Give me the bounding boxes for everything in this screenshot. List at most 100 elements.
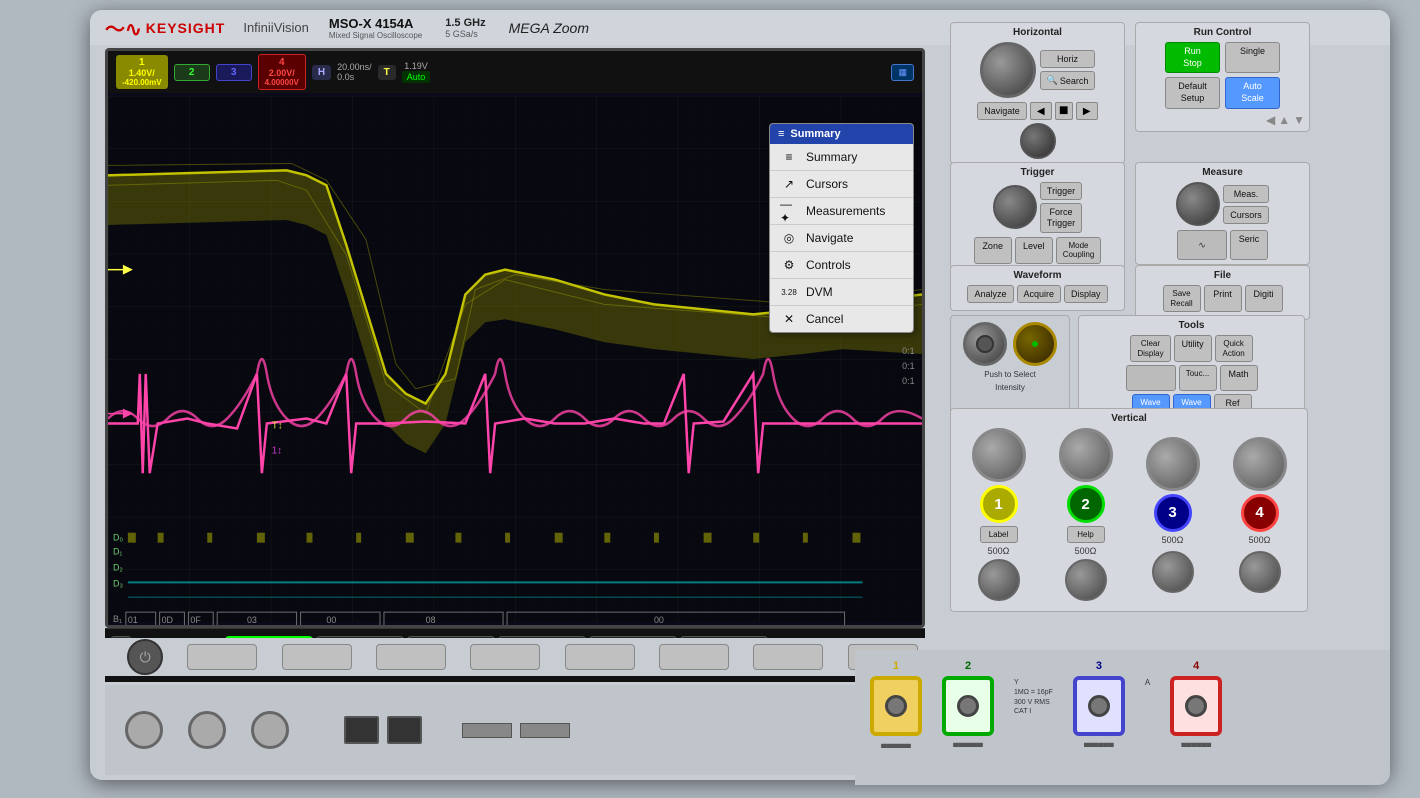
ch-connectors-area: 1 ▄▄▄▄▄▄ 2 ▄▄▄▄▄▄ Y1MΩ = 16pF300 V RMSCA… — [855, 650, 1390, 785]
cursors-icon: ↗ — [780, 177, 798, 191]
level-button[interactable]: Level — [1015, 237, 1053, 264]
summary-button[interactable]: ▦ — [891, 64, 914, 81]
select-knob-center[interactable] — [976, 335, 994, 353]
ch1-badge-btn[interactable]: 1 — [980, 485, 1018, 523]
ch4-badge-btn[interactable]: 4 — [1241, 494, 1279, 532]
menu-label-navigate: Navigate — [806, 231, 853, 245]
usb-port-1[interactable] — [344, 716, 379, 744]
zone-button[interactable]: Zone — [974, 237, 1012, 264]
menu-item-cursors[interactable]: ↗ Cursors — [770, 171, 913, 198]
nav-right-button[interactable]: ▶ — [1076, 102, 1098, 120]
front-btn-1[interactable] — [187, 644, 257, 670]
meas-button[interactable]: Meas. — [1223, 185, 1269, 203]
quick-action-button[interactable]: QuickAction — [1215, 335, 1253, 362]
ch2-bnc-body[interactable] — [942, 676, 994, 736]
print-button[interactable]: Print — [1204, 285, 1242, 312]
ch2-vert-knob[interactable] — [1059, 428, 1113, 482]
ch1-bnc-center — [885, 695, 907, 717]
brand-name: KEYSIGHT — [146, 20, 226, 36]
menu-item-summary[interactable]: ≡ Summary — [770, 144, 913, 171]
ch1-num: 1 — [139, 57, 145, 68]
horiz-button[interactable]: Horiz — [1040, 50, 1096, 68]
force-trigger-button[interactable]: ForceTrigger — [1040, 203, 1082, 233]
ch3-badge-btn[interactable]: 3 — [1154, 494, 1192, 532]
ch2-pos-knob[interactable] — [1065, 559, 1107, 601]
menu-item-navigate[interactable]: ◎ Navigate — [770, 225, 913, 252]
megazoom-label: MEGA Zoom — [509, 20, 589, 36]
usb-port-2[interactable] — [387, 716, 422, 744]
trigger-level-knob[interactable] — [993, 185, 1037, 229]
ch4-bnc-body[interactable] — [1170, 676, 1222, 736]
horizontal-badge[interactable]: H — [312, 65, 331, 80]
ch3-vert-knob[interactable] — [1146, 437, 1200, 491]
front-btn-7[interactable] — [753, 644, 823, 670]
cursors-rp-button[interactable]: Cursors — [1223, 206, 1269, 224]
front-btn-4[interactable] — [470, 644, 540, 670]
search-button[interactable]: 🔍 Search — [1040, 71, 1096, 90]
run-stop-button[interactable]: RunStop — [1165, 42, 1220, 73]
ch1-bnc-body[interactable] — [870, 676, 922, 736]
menu-item-cancel[interactable]: ✕ Cancel — [770, 306, 913, 332]
nav-left-button[interactable]: ◀ — [1030, 102, 1052, 120]
menu-item-measurements[interactable]: —✦ Measurements — [770, 198, 913, 225]
trigger-button[interactable]: Trigger — [1040, 182, 1082, 200]
seric-button[interactable]: Seric — [1230, 230, 1268, 260]
mode-coupling-button[interactable]: ModeCoupling — [1056, 237, 1102, 264]
nav-stop-button[interactable]: ■ — [1055, 102, 1073, 120]
ch4-ohm-label: 500Ω — [1249, 535, 1271, 545]
channel-2-badge[interactable]: 2 — [174, 64, 210, 81]
channel-4-badge[interactable]: 4 2.00V/ 4.00000V — [258, 54, 306, 90]
power-button[interactable]: ⏻ — [127, 639, 163, 675]
menu-item-controls[interactable]: ⚙ Controls — [770, 252, 913, 279]
digiti-button[interactable]: Digiti — [1245, 285, 1283, 312]
math-button[interactable]: Math — [1220, 365, 1258, 391]
auto-scale-button[interactable]: AutoScale — [1225, 77, 1280, 108]
trigger-mode: Auto — [402, 71, 431, 83]
trigger-badge[interactable]: T — [378, 65, 396, 80]
demo-connector — [462, 723, 512, 738]
ch2-ohm-label: 500Ω — [1075, 546, 1097, 556]
front-bnc-conn-3 — [251, 711, 289, 749]
horizontal-knob[interactable] — [980, 42, 1036, 98]
navigate-button[interactable]: Navigate — [977, 102, 1027, 120]
logo-area: 〜∿ KEYSIGHT InfiniiVision MSO-X 4154A Mi… — [105, 13, 589, 42]
menu-item-dvm[interactable]: 3.28 DVM — [770, 279, 913, 306]
channel-3-badge[interactable]: 3 — [216, 64, 252, 81]
channel-1-badge[interactable]: 1 1.40V/ -420.00mV — [116, 55, 168, 89]
front-btn-6[interactable] — [659, 644, 729, 670]
touch-button[interactable]: Touc... — [1179, 365, 1217, 391]
single-button[interactable]: Single — [1225, 42, 1280, 73]
horiz-zoom-knob[interactable] — [1020, 123, 1056, 159]
display-button[interactable]: Display — [1064, 285, 1108, 303]
ch1-vert-knob[interactable] — [972, 428, 1026, 482]
front-btn-2[interactable] — [282, 644, 352, 670]
default-setup-button[interactable]: DefaultSetup — [1165, 77, 1220, 108]
select-knob[interactable] — [963, 322, 1007, 366]
utility-button[interactable]: Utility — [1174, 335, 1212, 362]
save-recall-button[interactable]: SaveRecall — [1163, 285, 1201, 312]
front-panel-buttons: ⏻ — [105, 638, 940, 676]
ch2-bnc-center — [957, 695, 979, 717]
ch2-badge-btn[interactable]: 2 — [1067, 485, 1105, 523]
summary-menu-title: Summary — [790, 128, 840, 140]
ch1-pos-knob[interactable] — [978, 559, 1020, 601]
waveform-section: Waveform Analyze Acquire Display — [950, 265, 1125, 311]
ch1-label-button[interactable]: Label — [980, 526, 1018, 543]
svg-text:D₀: D₀ — [113, 533, 123, 543]
svg-text:T↕: T↕ — [272, 420, 283, 431]
ch4-vert-knob[interactable] — [1233, 437, 1287, 491]
time-offset: 0.0s — [337, 72, 372, 82]
ch3-pos-knob[interactable] — [1152, 551, 1194, 593]
front-btn-3[interactable] — [376, 644, 446, 670]
front-btn-5[interactable] — [565, 644, 635, 670]
intensity-knob[interactable] — [1013, 322, 1057, 366]
ch2-help-button[interactable]: Help — [1067, 526, 1105, 543]
measure-knob[interactable] — [1176, 182, 1220, 226]
clear-display-button[interactable]: ClearDisplay — [1130, 335, 1170, 362]
ch4-pos-knob[interactable] — [1239, 551, 1281, 593]
acquire-button[interactable]: Acquire — [1017, 285, 1062, 303]
push-select-label: Push to Select — [984, 370, 1036, 379]
ch3-bnc-body[interactable] — [1073, 676, 1125, 736]
ch3-vertical-group: 3 500Ω — [1146, 437, 1200, 593]
analyze-button[interactable]: Analyze — [967, 285, 1013, 303]
